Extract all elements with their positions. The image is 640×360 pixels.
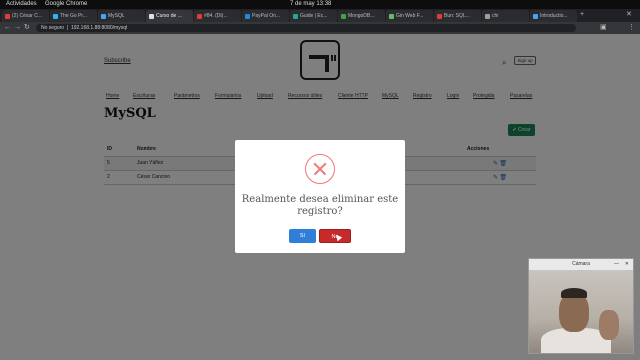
clock[interactable]: 7 de may 13:38 <box>290 0 331 9</box>
browser-tab[interactable]: The Go Pr... <box>50 10 97 22</box>
tab-favicon-icon <box>197 14 202 19</box>
browser-tab[interactable]: MySQL <box>98 10 145 22</box>
back-icon[interactable]: ← <box>4 24 11 32</box>
browser-tab[interactable]: Introductio... <box>530 10 577 22</box>
url-text: 192.168.1.88:8080/mysql <box>70 25 128 31</box>
reload-icon[interactable]: ↻ <box>24 24 30 32</box>
confirm-yes-button[interactable]: Sí <box>289 229 316 243</box>
close-window-icon[interactable]: ✕ <box>626 11 632 19</box>
camera-title: Cámara <box>572 261 590 267</box>
tab-favicon-icon <box>149 14 154 19</box>
camera-window[interactable]: Cámara — ✕ <box>528 258 634 354</box>
not-secure-label: No seguro <box>41 25 65 31</box>
browser-tab[interactable]: #84. (Dt)... <box>194 10 241 22</box>
tab-favicon-icon <box>101 14 106 19</box>
tab-favicon-icon <box>245 14 250 19</box>
browser-tab[interactable]: PayPal On... <box>242 10 289 22</box>
browser-tab[interactable]: chi <box>482 10 529 22</box>
confirm-dialog: Realmente desea eliminar este registro? … <box>235 140 405 253</box>
close-icon[interactable]: ✕ <box>625 259 629 270</box>
os-top-bar: Actividades Google Chrome 7 de may 13:38 <box>0 0 640 9</box>
tab-strip: (2) César C... The Go Pr... MySQL Curso … <box>0 9 640 22</box>
tab-favicon-icon <box>389 14 394 19</box>
tab-favicon-icon <box>533 14 538 19</box>
forward-icon[interactable]: → <box>14 24 21 32</box>
app-name: Google Chrome <box>45 1 88 7</box>
tab-favicon-icon <box>5 14 10 19</box>
activities-button[interactable]: Actividades <box>6 0 37 9</box>
dialog-message: Realmente desea eliminar este registro? <box>241 194 399 217</box>
new-tab-icon[interactable]: + <box>580 11 584 19</box>
browser-tab[interactable]: MongoDB... <box>338 10 385 22</box>
browser-tab[interactable]: Gin Web F... <box>386 10 433 22</box>
camera-titlebar[interactable]: Cámara — ✕ <box>529 259 633 270</box>
tab-favicon-icon <box>437 14 442 19</box>
browser-tab[interactable]: (2) César C... <box>2 10 49 22</box>
url-input[interactable]: No seguro | 192.168.1.88:8080/mysql <box>36 24 576 32</box>
tab-favicon-icon <box>293 14 298 19</box>
extension-icon[interactable]: ▣ <box>600 24 607 32</box>
webcam-feed <box>529 270 633 353</box>
error-x-icon <box>305 154 335 184</box>
minimize-icon[interactable]: — <box>614 259 619 270</box>
tab-favicon-icon <box>341 14 346 19</box>
tab-favicon-icon <box>485 14 490 19</box>
browser-tab-active[interactable]: Curso de ... <box>146 10 193 22</box>
menu-kebab-icon[interactable]: ⋮ <box>628 24 635 32</box>
address-bar: ← → ↻ No seguro | 192.168.1.88:8080/mysq… <box>0 22 640 34</box>
tab-favicon-icon <box>53 14 58 19</box>
browser-tab[interactable]: Guide | Ec... <box>290 10 337 22</box>
browser-tab[interactable]: Bun: SQL... <box>434 10 481 22</box>
